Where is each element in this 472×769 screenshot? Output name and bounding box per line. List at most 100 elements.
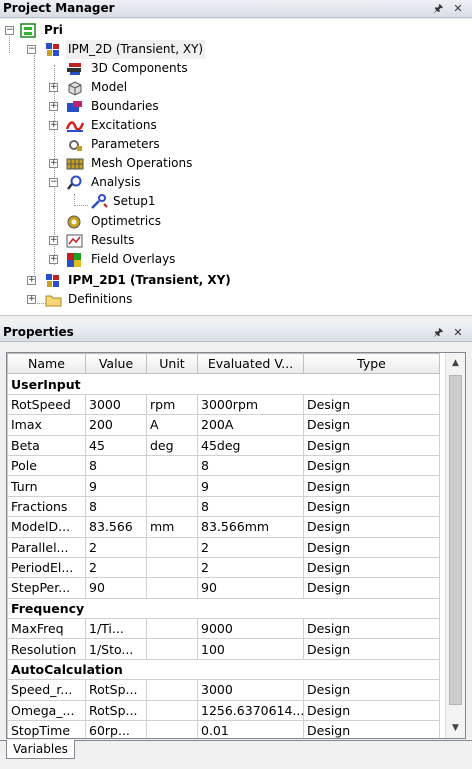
cell-value[interactable]: RotSp... (85, 699, 147, 722)
table-row[interactable]: PeriodEl... 2 2 Design (7, 556, 440, 579)
cell-unit[interactable]: deg (146, 434, 198, 456)
expand-icon[interactable]: + (49, 255, 58, 264)
cell-type: Design (303, 454, 440, 477)
panel-splitter[interactable] (0, 315, 472, 324)
cell-value[interactable]: 83.566 (85, 516, 147, 538)
table-row[interactable]: RotSpeed 3000 rpm 3000rpm Design (7, 393, 440, 416)
cell-unit[interactable] (146, 679, 198, 701)
excitations-icon (65, 118, 85, 132)
cell-unit[interactable] (146, 720, 198, 738)
cell-unit[interactable]: rpm (146, 393, 198, 416)
cell-value[interactable]: 8 (85, 495, 147, 518)
cell-name: Fractions (7, 495, 86, 518)
cell-value[interactable]: 45 (85, 434, 147, 456)
tree-item-label: Setup1 (113, 194, 156, 208)
cell-value[interactable]: 1/Sto... (85, 638, 147, 660)
scroll-down-icon[interactable]: ▼ (446, 719, 465, 737)
scrollbar-thumb[interactable] (449, 375, 462, 705)
expand-icon[interactable]: + (27, 295, 36, 304)
maxwell-design-icon (45, 273, 61, 287)
table-row[interactable]: Pole 8 8 Design (7, 454, 440, 477)
cell-name: Speed_r... (7, 679, 86, 701)
tree-item-label: Excitations (91, 118, 157, 132)
table-row[interactable]: Resolution 1/Sto... 100 Design (7, 638, 440, 660)
cell-unit[interactable] (146, 556, 198, 579)
field-overlays-icon (66, 252, 82, 267)
cell-unit[interactable] (146, 618, 198, 640)
table-row[interactable]: Omega_... RotSp... 1256.6370614... Design (7, 699, 440, 722)
cell-value[interactable]: 8 (85, 454, 147, 477)
close-icon[interactable]: ✕ (450, 0, 466, 17)
vertical-scrollbar[interactable]: ▲ ▼ (445, 353, 465, 738)
table-row[interactable]: StopTime 60rp... 0.01 Design (7, 720, 440, 738)
cell-value[interactable]: 60rp... (85, 720, 147, 738)
cell-evaluated: 8 (197, 454, 304, 477)
cell-unit[interactable] (146, 454, 198, 477)
boundaries-icon (66, 99, 82, 113)
expand-icon[interactable]: + (49, 236, 58, 245)
table-row[interactable]: Beta 45 deg 45deg Design (7, 434, 440, 456)
column-header-type[interactable]: Type (303, 353, 440, 375)
cell-unit[interactable]: A (146, 414, 198, 436)
scroll-up-icon[interactable]: ▲ (446, 354, 465, 372)
pin-icon[interactable]: 🖈 (430, 324, 446, 341)
expand-icon[interactable]: + (27, 276, 36, 285)
table-row[interactable]: ModelD... 83.566 mm 83.566mm Design (7, 516, 440, 538)
cell-unit[interactable] (146, 536, 198, 558)
table-row[interactable]: MaxFreq 1/Ti... 9000 Design (7, 618, 440, 640)
cell-unit[interactable]: mm (146, 516, 198, 538)
table-row[interactable]: StepPer... 90 90 Design (7, 577, 440, 599)
cell-value[interactable]: 200 (85, 414, 147, 436)
collapse-icon[interactable]: − (5, 26, 14, 35)
results-icon (66, 233, 83, 248)
cell-value[interactable]: 3000 (85, 393, 147, 416)
components-icon (66, 61, 82, 75)
expand-icon[interactable]: + (49, 102, 58, 111)
tree-item-label: Optimetrics (91, 214, 161, 228)
cell-value[interactable]: 9 (85, 475, 147, 497)
table-row[interactable]: Imax 200 A 200A Design (7, 414, 440, 436)
expand-icon[interactable]: + (49, 83, 58, 92)
expand-icon[interactable]: + (49, 121, 58, 130)
cell-name: Beta (7, 434, 86, 456)
group-row[interactable]: UserInput (7, 373, 440, 395)
column-header-evaluated[interactable]: Evaluated V... (197, 353, 304, 375)
properties-table: Name Value Unit Evaluated V... Type User… (7, 353, 440, 738)
cell-evaluated: 45deg (197, 434, 304, 456)
cell-value[interactable]: RotSp... (85, 679, 147, 701)
column-header-unit[interactable]: Unit (146, 353, 198, 375)
cell-value[interactable]: 1/Ti... (85, 618, 147, 640)
group-row[interactable]: Frequency (7, 597, 440, 620)
cell-unit[interactable] (146, 577, 198, 599)
collapse-icon[interactable]: − (49, 178, 58, 187)
close-icon[interactable]: ✕ (450, 324, 466, 341)
tab-variables[interactable]: Variables (6, 740, 75, 759)
cell-name: ModelD... (7, 516, 86, 538)
column-header-name[interactable]: Name (7, 353, 86, 375)
cell-name: Imax (7, 414, 86, 436)
cell-unit[interactable] (146, 699, 198, 722)
tree-item-label: Model (91, 80, 128, 94)
table-row[interactable]: Turn 9 9 Design (7, 475, 440, 497)
cell-evaluated: 8 (197, 495, 304, 518)
table-row[interactable]: Parallel... 2 2 Design (7, 536, 440, 558)
cell-unit[interactable] (146, 638, 198, 660)
table-row[interactable]: Speed_r... RotSp... 3000 Design (7, 679, 440, 701)
pin-icon[interactable]: 🖈 (430, 0, 446, 17)
column-header-value[interactable]: Value (85, 353, 147, 375)
cell-unit[interactable] (146, 475, 198, 497)
cell-unit[interactable] (146, 495, 198, 518)
cell-name: PeriodEl... (7, 556, 86, 579)
cell-evaluated: 200A (197, 414, 304, 436)
group-label: UserInput (7, 373, 440, 395)
expand-icon[interactable]: + (49, 159, 58, 168)
table-row[interactable]: Fractions 8 8 Design (7, 495, 440, 518)
cell-value[interactable]: 90 (85, 577, 147, 599)
group-label: Frequency (7, 597, 440, 620)
collapse-icon[interactable]: − (27, 45, 36, 54)
cell-value[interactable]: 2 (85, 556, 147, 579)
cell-value[interactable]: 2 (85, 536, 147, 558)
cell-type: Design (303, 638, 440, 660)
tree-item-label: 3D Components (91, 61, 188, 75)
group-row[interactable]: AutoCalculation (7, 658, 440, 681)
